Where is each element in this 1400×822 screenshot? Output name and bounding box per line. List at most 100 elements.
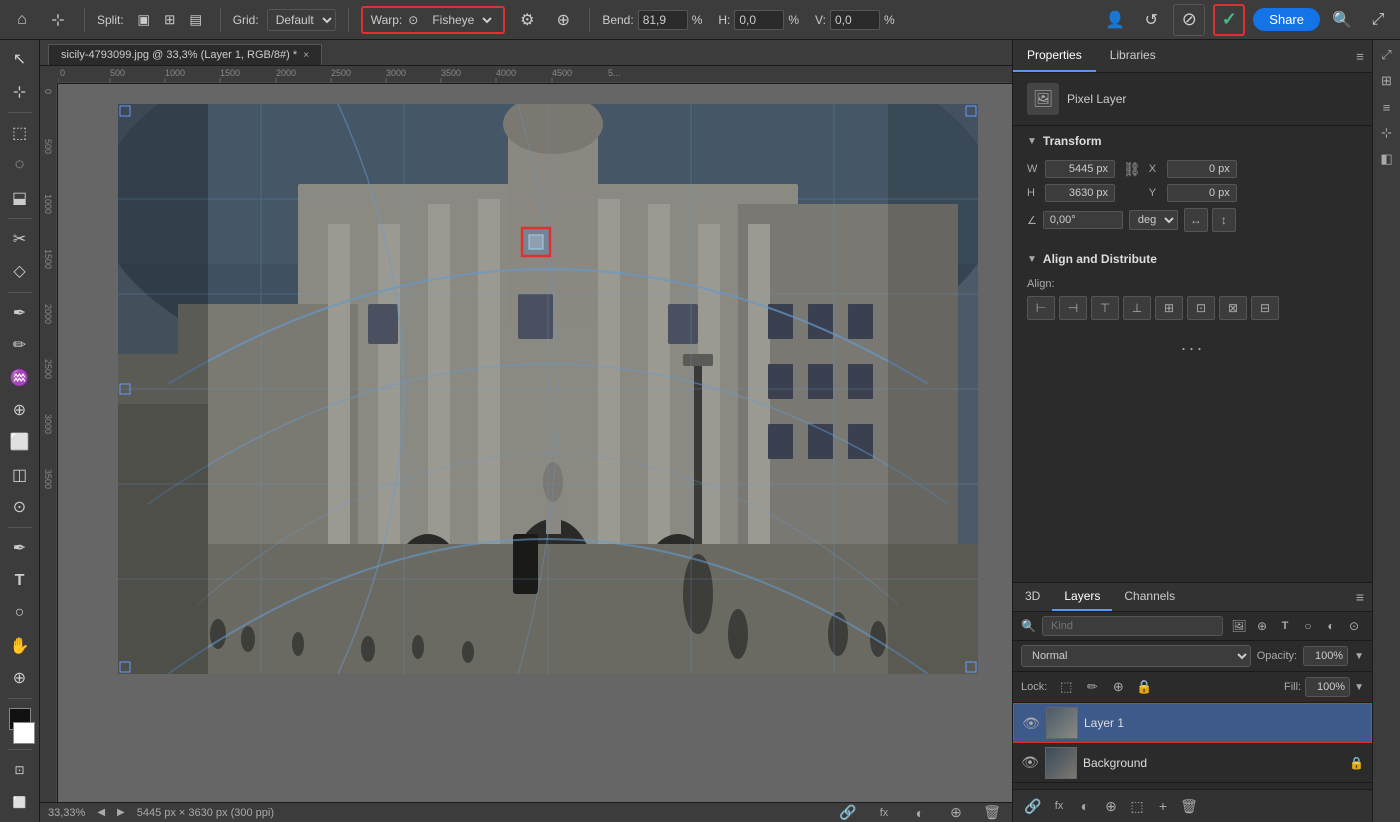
layers-menu-button[interactable]: ≡ [1348,585,1372,609]
next-button[interactable]: ▶ [117,807,125,818]
layer-new-button[interactable]: + [1151,794,1175,818]
background-visibility-button[interactable]: 👁 [1021,754,1039,771]
pen-tool[interactable]: ✒ [4,533,36,563]
width-input[interactable] [1045,160,1115,178]
h-input[interactable] [734,10,784,30]
angle-input[interactable] [1043,211,1123,229]
align-bottom-edge-button[interactable]: ⊡ [1187,296,1215,320]
filter-type-button[interactable]: T [1275,616,1295,636]
lock-all-button[interactable]: 🔒 [1133,676,1155,698]
align-top-edge-button[interactable]: ⊥ [1123,296,1151,320]
canvas-viewport[interactable] [58,84,1012,802]
home-button[interactable]: ⌂ [8,6,36,34]
x-input[interactable] [1167,160,1237,178]
distribute-v-button[interactable]: ⊟ [1251,296,1279,320]
profile-icon-button[interactable]: 👤 [1101,6,1129,34]
filter-smart-button[interactable]: ◐ [1321,616,1341,636]
flip-v-button[interactable]: ↕ [1212,208,1236,232]
opacity-input[interactable] [1303,646,1348,666]
bend-input[interactable] [638,10,688,30]
artboard-tool[interactable]: ⊹ [4,76,36,106]
layer1-visibility-button[interactable]: 👁 [1022,715,1040,732]
side-icon-2[interactable]: ≡ [1376,96,1398,118]
marquee-tool[interactable]: ⬚ [4,118,36,148]
layer-fx-button[interactable]: fx [1047,794,1071,818]
move-tool[interactable]: ↖ [4,44,36,74]
height-input[interactable] [1045,184,1115,202]
side-icon-3[interactable]: ⊹ [1376,122,1398,144]
search-button[interactable]: 🔍 [1328,6,1356,34]
hand-tool[interactable]: ✋ [4,630,36,660]
filter-toggle-button[interactable]: ⊙ [1344,616,1364,636]
align-center-v-button[interactable]: ⊞ [1155,296,1183,320]
layer-mask-button[interactable]: ◐ [1073,794,1097,818]
layers-search-input[interactable] [1042,616,1223,636]
blend-mode-select[interactable]: Normal Multiply Screen Overlay [1021,645,1251,667]
settings-button[interactable]: ⚙ [513,6,541,34]
layer-group-button[interactable]: ⬚ [1125,794,1149,818]
eraser-tool[interactable]: ⬜ [4,427,36,457]
quick-select-tool[interactable]: ⬓ [4,183,36,213]
status-mask-icon[interactable]: ◐ [908,801,932,822]
layer-item-background[interactable]: 👁 Background 🔒 [1013,743,1372,783]
crop-tool[interactable]: ✂ [4,224,36,254]
flip-h-button[interactable]: ↔ [1184,208,1208,232]
share-button[interactable]: Share [1253,8,1320,31]
distribute-h-button[interactable]: ⊠ [1219,296,1247,320]
tab-channels[interactable]: Channels [1112,583,1187,611]
history-button[interactable]: ↺ [1137,6,1165,34]
puppet-warp-button[interactable]: ⊕ [549,6,577,34]
screen-mode-button[interactable]: ⬜ [4,788,36,818]
tab-3d[interactable]: 3D [1013,583,1052,611]
document-tab[interactable]: sicily-4793099.jpg @ 33,3% (Layer 1, RGB… [48,44,322,65]
split-1-icon[interactable]: ▣ [132,8,156,32]
y-input[interactable] [1167,184,1237,202]
dodge-tool[interactable]: ⊙ [4,492,36,522]
align-section-header[interactable]: ▼ Align and Distribute [1013,244,1372,274]
align-right-edge-button[interactable]: ⊤ [1091,296,1119,320]
brush-tool[interactable]: ♒ [4,362,36,392]
zoom-tool[interactable]: ⊕ [4,663,36,693]
lock-position-button[interactable]: ✏ [1081,676,1103,698]
status-delete-icon[interactable]: 🗑 [980,801,1004,822]
fill-dropdown-button[interactable]: ▼ [1354,682,1364,693]
more-options-button[interactable]: ··· [1167,334,1219,363]
grid-select[interactable]: Default [267,9,336,31]
background-swatch[interactable] [13,722,35,744]
prev-button[interactable]: ◀ [97,807,105,818]
side-icon-1[interactable]: ⊞ [1376,70,1398,92]
align-center-h-button[interactable]: ⊣ [1059,296,1087,320]
side-expand-button[interactable]: ⤢ [1376,44,1398,66]
slice-tool[interactable]: ◇ [4,256,36,286]
layer-link-button[interactable]: 🔗 [1021,794,1045,818]
transform-section-header[interactable]: ▼ Transform [1013,126,1372,156]
status-fx-icon[interactable]: fx [872,801,896,822]
lasso-tool[interactable]: ◌ [4,150,36,180]
eyedropper-tool[interactable]: ✒ [4,298,36,328]
type-tool[interactable]: T [4,566,36,596]
angle-dropdown[interactable]: deg [1129,210,1178,230]
warp-select[interactable]: Fisheye [424,10,495,30]
quick-mask-button[interactable]: ⊡ [4,755,36,785]
tab-properties[interactable]: Properties [1013,40,1096,72]
fill-input[interactable] [1305,677,1350,697]
layer-item-layer1[interactable]: 👁 Layer 1 [1013,703,1372,743]
tab-layers[interactable]: Layers [1052,583,1112,611]
expand-button[interactable]: ⤢ [1364,6,1392,34]
gradient-tool[interactable]: ◫ [4,460,36,490]
tab-close-button[interactable]: × [303,50,309,61]
filter-adjust-button[interactable]: ⊕ [1252,616,1272,636]
layer-delete-button[interactable]: 🗑 [1177,794,1201,818]
layer-adjustment-button[interactable]: ⊕ [1099,794,1123,818]
properties-menu-button[interactable]: ≡ [1348,40,1372,72]
status-link-icon[interactable]: 🔗 [836,801,860,822]
split-3-icon[interactable]: ▤ [184,8,208,32]
tab-libraries[interactable]: Libraries [1096,40,1170,72]
lock-artboard-button[interactable]: ⊕ [1107,676,1129,698]
confirm-warp-button[interactable]: ✓ [1213,4,1245,36]
opacity-dropdown-button[interactable]: ▼ [1354,651,1364,662]
chain-link-icon[interactable]: ⛓ [1123,161,1141,178]
align-left-edge-button[interactable]: ⊢ [1027,296,1055,320]
status-adjust-icon[interactable]: ⊕ [944,801,968,822]
v-input[interactable] [830,10,880,30]
